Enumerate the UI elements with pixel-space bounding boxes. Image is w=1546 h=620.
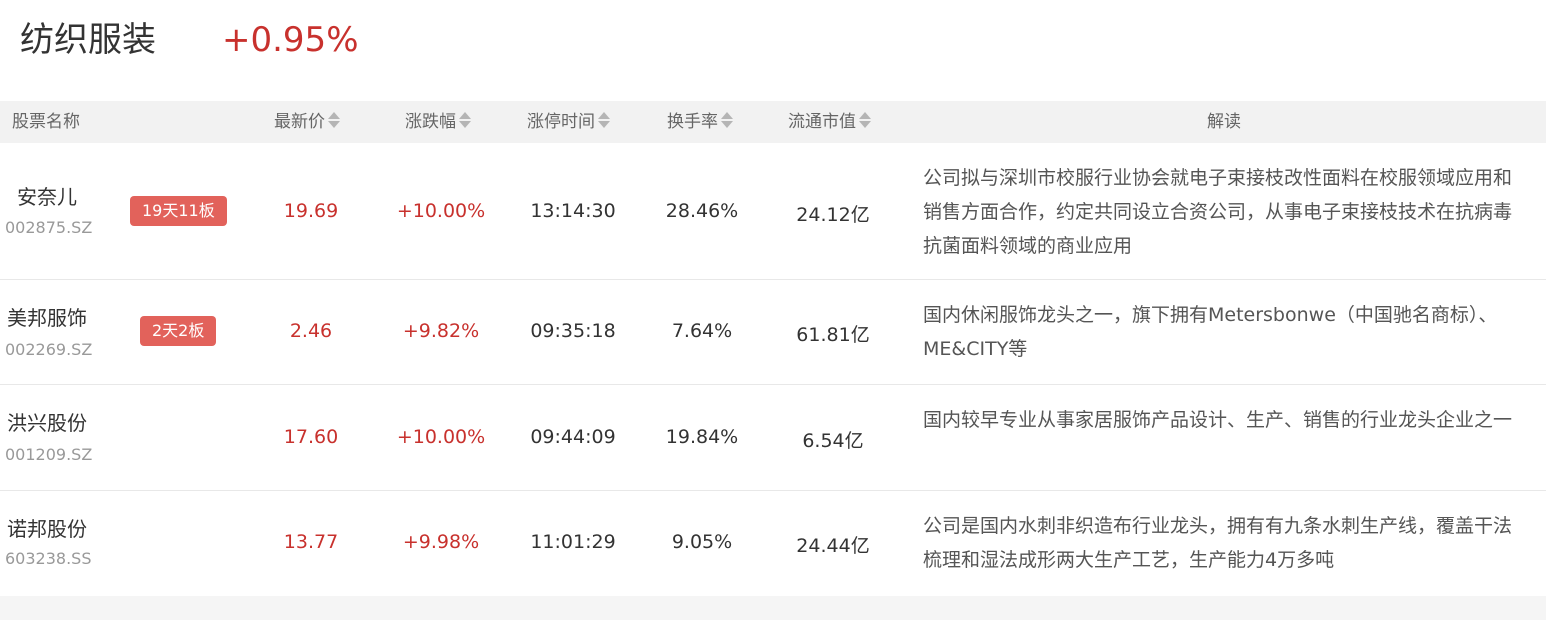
limit-time-value: 09:35:18: [530, 320, 616, 342]
market-cap-value: 61.81亿: [796, 324, 870, 346]
price-value: 19.69: [283, 200, 339, 222]
table-row[interactable]: 安奈儿 002875.SZ 19天11板 19.69 +10.00% 13:14…: [0, 143, 1546, 280]
market-cap-value: 24.44亿: [796, 535, 870, 557]
column-header-change[interactable]: 涨跌幅: [405, 101, 472, 143]
stock-name[interactable]: 安奈儿: [17, 181, 77, 210]
stock-code: 001209.SZ: [5, 445, 93, 464]
table-row[interactable]: 洪兴股份 001209.SZ 17.60 +10.00% 09:44:09 19…: [0, 385, 1546, 491]
analysis-text: 国内休闲服饰龙头之一，旗下拥有Metersbonwe（中国驰名商标）、ME&CI…: [923, 304, 1498, 360]
change-value: +9.98%: [402, 531, 480, 553]
table-row[interactable]: 美邦服饰 002269.SZ 2天2板 2.46 +9.82% 09:35:18…: [0, 280, 1546, 385]
limit-time-value: 09:44:09: [530, 426, 616, 448]
price-value: 13.77: [283, 531, 339, 553]
column-header-limit-time-label: 涨停时间: [527, 112, 595, 132]
sector-title: 纺织服装: [20, 20, 156, 60]
sector-page: 纺织服装 +0.95% 股票名称 最新价 涨跌幅 涨停时间 换手率 流通市值 解…: [0, 0, 1546, 620]
change-value: +10.00%: [396, 200, 486, 222]
stock-name[interactable]: 美邦服饰: [7, 302, 87, 331]
sort-icon[interactable]: [720, 111, 734, 129]
change-value: +9.82%: [402, 320, 480, 342]
analysis-text: 公司是国内水刺非织造布行业龙头，拥有有九条水刺生产线，覆盖干法梳理和湿法成形两大…: [923, 515, 1513, 571]
stock-code: 002269.SZ: [5, 340, 93, 359]
analysis-text: 国内较早专业从事家居服饰产品设计、生产、销售的行业龙头企业之一: [923, 409, 1513, 431]
stock-code: 002875.SZ: [5, 218, 93, 237]
limit-streak-badge: 2天2板: [140, 316, 217, 346]
sector-header: 纺织服装 +0.95%: [0, 0, 1546, 100]
column-header-market-cap[interactable]: 流通市值: [788, 101, 872, 143]
column-header-name: 股票名称: [12, 101, 80, 143]
turnover-value: 28.46%: [665, 200, 739, 222]
column-header-limit-time[interactable]: 涨停时间: [527, 101, 611, 143]
market-cap-value: 6.54亿: [802, 430, 864, 452]
sort-icon[interactable]: [858, 111, 872, 129]
stock-code: 603238.SS: [5, 549, 92, 568]
column-header-price-label: 最新价: [274, 112, 325, 132]
column-header-analysis-label: 解读: [1207, 112, 1241, 132]
analysis-text: 公司拟与深圳市校服行业协会就电子束接枝改性面料在校服领域应用和销售方面合作，约定…: [923, 167, 1513, 257]
table-header: 股票名称 最新价 涨跌幅 涨停时间 换手率 流通市值 解读: [0, 101, 1546, 143]
table-row[interactable]: 诺邦股份 603238.SS 13.77 +9.98% 11:01:29 9.0…: [0, 491, 1546, 595]
limit-streak-badge: 19天11板: [130, 196, 227, 226]
sort-icon[interactable]: [458, 111, 472, 129]
market-cap-value: 24.12亿: [796, 204, 870, 226]
sector-change: +0.95%: [222, 20, 359, 60]
turnover-value: 7.64%: [671, 320, 733, 342]
change-value: +10.00%: [396, 426, 486, 448]
column-header-turnover-label: 换手率: [667, 112, 718, 132]
turnover-value: 19.84%: [665, 426, 739, 448]
price-value: 17.60: [283, 426, 339, 448]
column-header-change-label: 涨跌幅: [405, 112, 456, 132]
sort-icon[interactable]: [597, 111, 611, 129]
column-header-market-cap-label: 流通市值: [788, 112, 856, 132]
price-value: 2.46: [289, 320, 333, 342]
limit-time-value: 11:01:29: [530, 531, 616, 553]
footer-band: [0, 596, 1546, 620]
column-header-price[interactable]: 最新价: [274, 101, 341, 143]
stock-name[interactable]: 诺邦股份: [7, 513, 87, 542]
turnover-value: 9.05%: [671, 531, 733, 553]
sort-icon[interactable]: [327, 111, 341, 129]
column-header-name-label: 股票名称: [12, 112, 80, 132]
limit-time-value: 13:14:30: [530, 200, 616, 222]
column-header-turnover[interactable]: 换手率: [667, 101, 734, 143]
column-header-analysis: 解读: [1207, 101, 1241, 143]
stock-name[interactable]: 洪兴股份: [7, 407, 87, 436]
